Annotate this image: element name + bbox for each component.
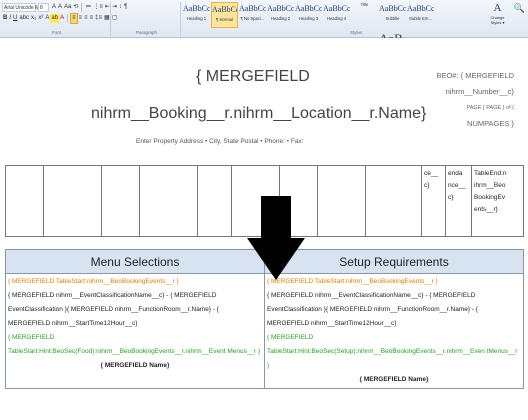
style-sample: AaBbCcl — [295, 4, 322, 13]
style-name: ¶ Normal — [216, 17, 233, 22]
style-heading-3[interactable]: AaBbCcl Heading 3 — [295, 2, 322, 28]
merge-field-start: { MERGEFIELD — [8, 334, 55, 341]
style-normal[interactable]: AaBbCcDc ¶ Normal — [211, 2, 238, 28]
table-cell — [197, 165, 232, 237]
group-label-font: Font — [52, 30, 62, 35]
merge-name-field: { MERGEFIELD Name} — [100, 362, 170, 369]
menu-selections-cell[interactable]: { MERGEFIELD TableStart:nihrm__BeoBookin… — [5, 273, 265, 389]
property-address: Enter Property Address • City, State Pos… — [136, 138, 304, 145]
style-name: Heading 3 — [298, 16, 319, 21]
group-label-paragraph: Paragraph — [136, 30, 158, 35]
style-name: Title — [360, 2, 369, 7]
find-icon: 🔍 — [513, 3, 526, 13]
bullets-icon[interactable]: ≔ — [84, 3, 92, 12]
location-name: nihrm__Booking__r.nihrm__Location__r.Nam… — [91, 105, 427, 122]
ribbon: Arial Unicode M 8 A A Aa ⟲ ≔ ⋮≡ ⇤ ⇥ ↕ ¶ … — [0, 0, 528, 46]
ribbon-row-2: B I U abc x₂ x² A ab A ≡ ≡ ≡ ≡ ‡≡ ▦ ▢ — [2, 13, 118, 24]
style-sample: AaBbCc. — [379, 4, 406, 13]
table-cell — [43, 165, 102, 237]
merge-name-field: { MERGEFIELD Name} — [359, 376, 429, 383]
group-divider — [180, 2, 181, 36]
change-styles-icon: A — [493, 2, 502, 14]
style-name: Heading 2 — [270, 16, 291, 21]
beo-line-1: BEO#: { MERGEFIELD — [436, 71, 514, 80]
borders-icon[interactable]: ▢ — [111, 14, 119, 23]
group-divider — [110, 2, 111, 36]
clear-format-icon[interactable]: ⟲ — [72, 3, 79, 12]
table-cell: ce__ c} — [421, 165, 446, 237]
merge-event-fields: { MERGEFIELD nihrm__EventClassificationN… — [267, 292, 478, 327]
style-subtitle[interactable]: AaBbCc. Subtitle — [379, 2, 406, 28]
strikethrough-icon[interactable]: abc — [18, 14, 30, 23]
styles-gallery: AaBbCcHeading 1AaBbCcDc¶ NormalAaBbCcDc¶… — [183, 2, 435, 46]
numpages-line: NUMPAGES } — [467, 119, 514, 128]
beo-line-2: nihrm__Number__c} — [445, 87, 514, 96]
align-left-icon[interactable]: ≡ — [70, 13, 78, 24]
style-sample: AaBbCcl — [407, 4, 434, 13]
page-title: { MERGEFIELD — [196, 68, 310, 85]
superscript-icon[interactable]: x² — [37, 14, 44, 23]
style-name: Subtle Em... — [409, 16, 432, 21]
merge-tablestart: { MERGEFIELD TableStart:nihrm__BeoBookin… — [8, 278, 179, 285]
style-name: Heading 1 — [186, 16, 207, 21]
style-name: Subtitle — [385, 16, 400, 21]
line-spacing-icon[interactable]: ‡≡ — [94, 14, 103, 23]
show-marks-icon[interactable]: ¶ — [123, 3, 128, 12]
style-heading-4[interactable]: AaBbCcl Heading 4 — [323, 2, 350, 28]
style-heading-2[interactable]: AaBbCc Heading 2 — [267, 2, 294, 28]
style-sample: AaBbCc — [267, 4, 294, 13]
style-name: Heading 4 — [326, 16, 347, 21]
document-page: { MERGEFIELD nihrm__Booking__r.nihrm__Lo… — [0, 38, 528, 420]
group-label-styles: Styles — [350, 30, 363, 35]
change-case-icon[interactable]: Aa — [63, 3, 72, 12]
separator — [81, 2, 83, 12]
style-sample: AaBbCc — [183, 4, 210, 13]
table-cell — [139, 165, 198, 237]
table-cell: TableEnd:n ihrm__Beo BookingEv ents__r} — [471, 165, 524, 237]
subscript-icon[interactable]: x₂ — [30, 14, 37, 23]
table-cell — [101, 165, 140, 237]
increase-indent-icon[interactable]: ⇥ — [111, 3, 118, 12]
style-title[interactable]: AaBTitle — [351, 2, 403, 46]
style-sample: AaBbCcDc — [212, 5, 237, 14]
highlight-icon[interactable]: ab — [50, 14, 60, 23]
merge-tablestart: { MERGEFIELD TableStart:nihrm__BeoBookin… — [267, 278, 438, 285]
setup-requirements-cell[interactable]: { MERGEFIELD TableStart:nihrm__BeoBookin… — [264, 273, 524, 389]
table-cell: enda nce__ c} — [445, 165, 472, 237]
style-name: ¶ No Spaci... — [240, 16, 265, 21]
table-cell — [5, 165, 44, 237]
page-number-line: PAGE { PAGE } of { — [466, 105, 515, 111]
font-size-box[interactable]: 8 — [38, 2, 49, 12]
style-subtle-em[interactable]: AaBbCcl Subtle Em... — [407, 2, 434, 28]
font-color-icon[interactable]: A — [59, 14, 65, 23]
editing-button[interactable]: 🔍 — [511, 2, 528, 29]
merge-field-start: { MERGEFIELD — [267, 334, 314, 341]
table-cell — [317, 165, 366, 237]
table-cell — [365, 165, 422, 237]
style-sample: AaBbCcl — [323, 4, 350, 13]
merge-hint: TableStart:Hint:BeoSec(Food):nihrm__BeoB… — [8, 348, 261, 355]
style-sample: AaBbCcDc — [239, 4, 266, 13]
down-arrow-icon — [247, 196, 305, 280]
merge-event-fields: { MERGEFIELD nihrm__EventClassificationN… — [8, 292, 219, 327]
change-styles-button[interactable]: A Change Styles ▾ — [489, 2, 506, 29]
beo-number-block: BEO#: { MERGEFIELD nihrm__Number__c} PAG… — [404, 68, 514, 132]
change-styles-label: Change Styles ▾ — [490, 15, 505, 25]
merge-hint: TableStart:Hint:BeoSec(Setup):nihrm__Beo… — [267, 348, 518, 369]
style-no-spaci[interactable]: AaBbCcDc ¶ No Spaci... — [239, 2, 266, 28]
numbering-icon[interactable]: ⋮≡ — [92, 3, 104, 12]
menu-selections-header: Menu Selections — [5, 249, 265, 274]
style-heading-1[interactable]: AaBbCc Heading 1 — [183, 2, 210, 28]
font-name-box[interactable]: Arial Unicode M — [2, 2, 39, 12]
separator — [67, 14, 69, 23]
